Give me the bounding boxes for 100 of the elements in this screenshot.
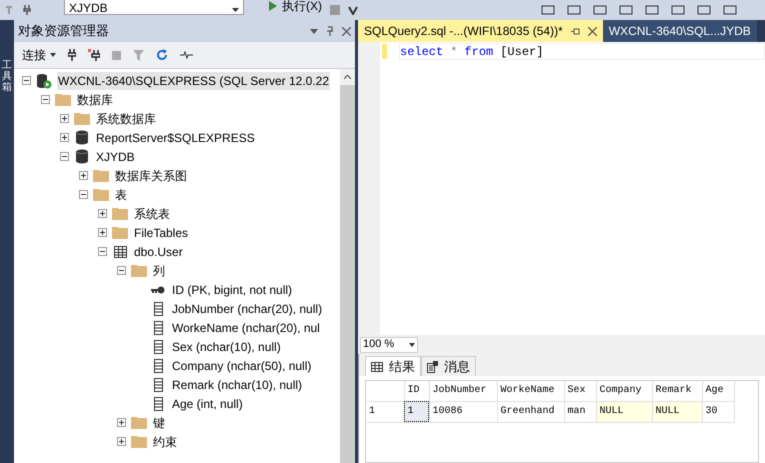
tree-item[interactable]: 系统表 — [133, 204, 171, 222]
column-icon — [154, 302, 162, 316]
column-header[interactable]: Age — [702, 381, 734, 401]
toolbar-icon[interactable] — [697, 5, 711, 15]
column-header[interactable]: WorkeName — [497, 381, 564, 401]
expand-toggle[interactable] — [117, 418, 126, 427]
panel-title: 对象资源管理器 — [18, 22, 110, 40]
tree-item[interactable]: Sex (nchar(10), null) — [171, 338, 282, 356]
tree-item[interactable]: dbo.User — [133, 242, 184, 260]
caret-icon[interactable] — [50, 53, 56, 57]
collapse-toggle[interactable] — [41, 95, 50, 104]
collapse-toggle[interactable] — [22, 76, 31, 85]
editor-tab[interactable]: SQLQuery2.sql -...(WIFI\18035 (54))* — [358, 20, 603, 42]
toolbar-icon[interactable] — [541, 5, 555, 15]
folder-icon — [131, 416, 147, 429]
tree-item[interactable]: Remark (nchar(10), null) — [171, 376, 304, 394]
tree-item[interactable]: 列 — [152, 262, 166, 280]
table-icon — [114, 246, 126, 258]
column-icon — [154, 378, 162, 392]
column-header[interactable]: JobNumber — [429, 381, 497, 401]
grid-icon — [371, 362, 383, 372]
toolbar-icon[interactable] — [723, 5, 737, 15]
query-editor[interactable]: select * from [User] — [358, 42, 765, 335]
tree-item[interactable]: JobNumber (nchar(20), null) — [171, 300, 324, 318]
expand-toggle[interactable] — [98, 209, 107, 218]
folder-icon — [93, 188, 109, 201]
column-header[interactable]: Remark — [652, 381, 702, 401]
tree-item[interactable]: WXCNL-3640\SQLEXPRESS (SQL Server 12.0.22 — [57, 72, 330, 90]
caret-icon[interactable] — [232, 8, 239, 12]
table-cell[interactable]: 30 — [702, 401, 734, 422]
server-icon — [36, 72, 52, 88]
expand-toggle[interactable] — [98, 228, 107, 237]
table-cell[interactable]: man — [564, 401, 596, 422]
result-tab[interactable]: 结果 — [365, 356, 421, 376]
folder-icon — [131, 264, 147, 277]
expand-toggle[interactable] — [117, 437, 126, 446]
expand-toggle[interactable] — [60, 133, 69, 142]
checkmark-icon[interactable] — [348, 5, 358, 15]
table-cell[interactable]: NULL — [652, 401, 702, 422]
close-icon[interactable] — [342, 26, 351, 36]
column-header[interactable]: Company — [596, 381, 652, 401]
refresh-icon[interactable] — [156, 49, 168, 61]
tree-item[interactable]: 键 — [152, 414, 166, 432]
folder-icon — [93, 169, 109, 182]
dropdown-icon[interactable] — [310, 28, 318, 34]
zoom-dropdown[interactable]: 100 % — [360, 336, 418, 352]
pin-icon[interactable] — [326, 26, 334, 36]
play-icon — [268, 1, 278, 11]
editor-tab[interactable]: WXCNL-3640\SQL...JYDB — [602, 20, 757, 42]
toolbar-icon[interactable] — [645, 5, 659, 15]
disconnect-icon[interactable] — [88, 49, 100, 61]
database-icon — [76, 130, 88, 145]
caret-icon[interactable] — [409, 342, 415, 346]
document-icon — [427, 360, 438, 372]
tree-item[interactable]: ReportServer$SQLEXPRESS — [95, 128, 256, 146]
tree-item[interactable]: 数据库关系图 — [114, 166, 188, 184]
tree-item[interactable]: Company (nchar(50), null) — [171, 356, 312, 374]
tree-item[interactable]: WorkeName (nchar(20), nul — [171, 318, 321, 336]
folder-icon — [55, 93, 71, 106]
table-cell[interactable]: 10086 — [429, 401, 497, 422]
key-icon — [151, 286, 165, 294]
tree-item[interactable]: FileTables — [133, 224, 190, 242]
database-icon — [76, 149, 88, 164]
connect-button[interactable]: 连接 — [22, 46, 56, 64]
tree-item[interactable]: Age (int, null) — [171, 394, 244, 412]
expand-toggle[interactable] — [60, 114, 69, 123]
scrollbar[interactable] — [340, 69, 355, 463]
table-cell[interactable]: 1 — [404, 401, 429, 422]
tree-item[interactable]: 约束 — [152, 432, 178, 450]
toolbar-icon[interactable] — [671, 5, 685, 15]
collapse-toggle[interactable] — [98, 247, 107, 256]
table-cell[interactable]: Greenhand — [497, 401, 564, 422]
column-icon — [154, 340, 162, 354]
tree-item[interactable]: ID (PK, bigint, not null) — [171, 280, 294, 298]
activity-icon[interactable] — [180, 51, 193, 59]
column-icon — [154, 320, 162, 334]
collapse-toggle[interactable] — [117, 266, 126, 275]
folder-icon — [112, 207, 128, 220]
expand-toggle[interactable] — [79, 171, 88, 180]
toolbar-icon[interactable] — [567, 5, 581, 15]
execute-button[interactable]: 执行(X) — [268, 0, 322, 15]
table-cell[interactable]: NULL — [596, 401, 652, 422]
column-icon — [154, 358, 162, 372]
database-dropdown[interactable]: XJYDB — [64, 0, 244, 15]
collapse-toggle[interactable] — [60, 152, 69, 161]
toolbar-icon[interactable] — [593, 5, 607, 15]
tree-item[interactable]: 系统数据库 — [95, 110, 157, 128]
close-icon[interactable] — [588, 26, 597, 36]
database-name: XJYDB — [69, 2, 108, 14]
tree-item[interactable]: 数据库 — [76, 90, 114, 108]
tree-item[interactable]: 表 — [114, 186, 128, 204]
toolbar-icon[interactable] — [619, 5, 633, 15]
pin-icon[interactable] — [570, 26, 580, 36]
result-tab[interactable]: 消息 — [421, 356, 476, 376]
plug-icon[interactable] — [68, 49, 76, 61]
tree-item[interactable]: XJYDB — [95, 148, 136, 166]
toolbox-tab[interactable]: 工具箱 — [0, 20, 14, 463]
collapse-toggle[interactable] — [79, 190, 88, 199]
column-header[interactable]: Sex — [564, 381, 596, 401]
folder-icon — [74, 112, 90, 125]
